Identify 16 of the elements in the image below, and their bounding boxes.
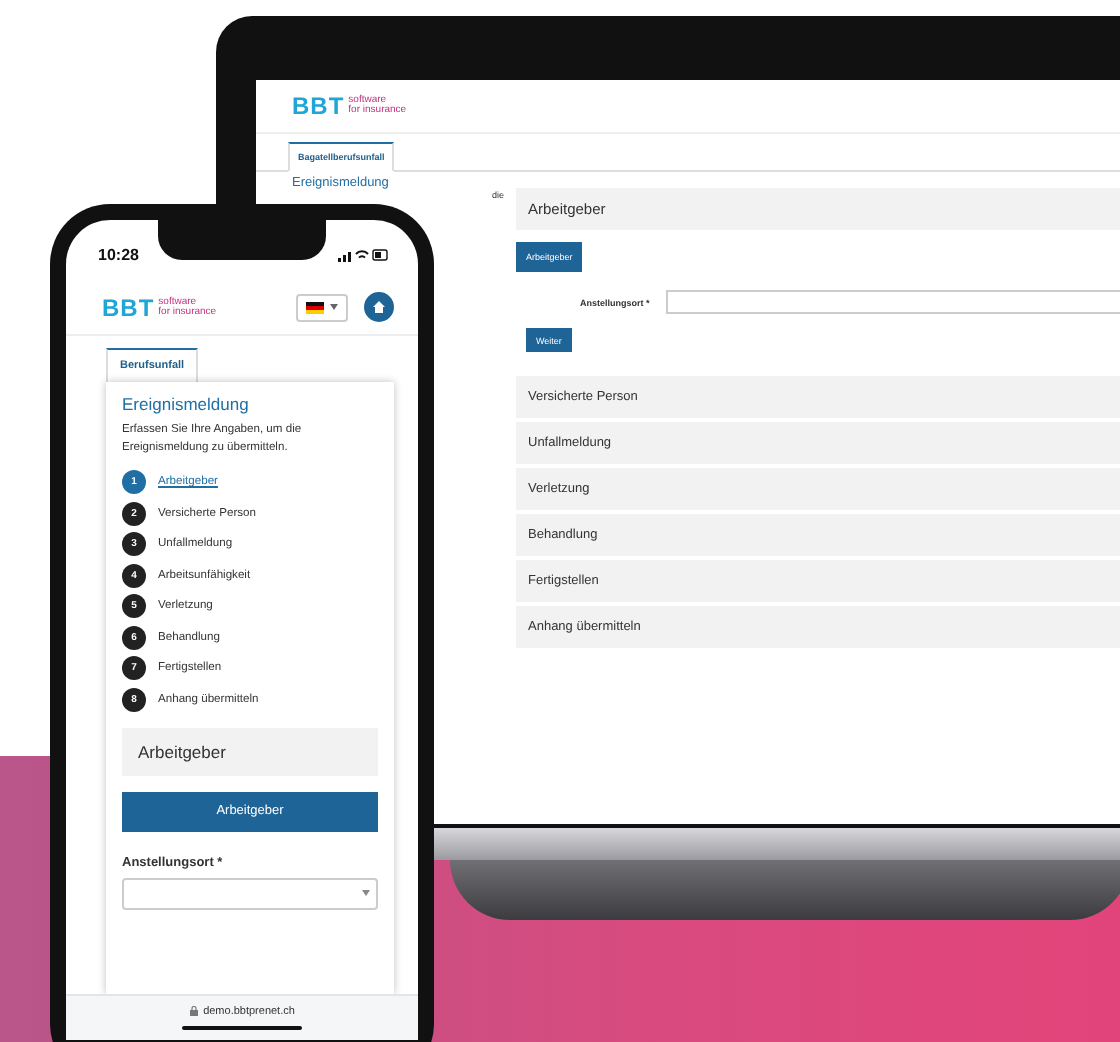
language-dropdown[interactable] xyxy=(296,293,348,321)
caret-icon xyxy=(330,304,338,310)
status-time: 10:28 xyxy=(98,245,139,263)
input-field[interactable] xyxy=(665,290,1120,314)
home-indicator xyxy=(182,1025,302,1031)
card-title: Ereignismeldung xyxy=(122,394,251,414)
house-icon xyxy=(372,300,386,314)
caret-icon xyxy=(362,890,370,896)
logo-mark: BBT xyxy=(102,293,155,321)
home-button[interactable] xyxy=(364,292,394,322)
status-icons xyxy=(338,247,390,261)
select-field[interactable] xyxy=(122,877,378,909)
section-header: Arbeitgeber xyxy=(122,727,378,775)
lock-icon xyxy=(189,1006,198,1017)
logo-mark: BBT xyxy=(292,92,345,120)
flag-icon xyxy=(306,301,324,313)
